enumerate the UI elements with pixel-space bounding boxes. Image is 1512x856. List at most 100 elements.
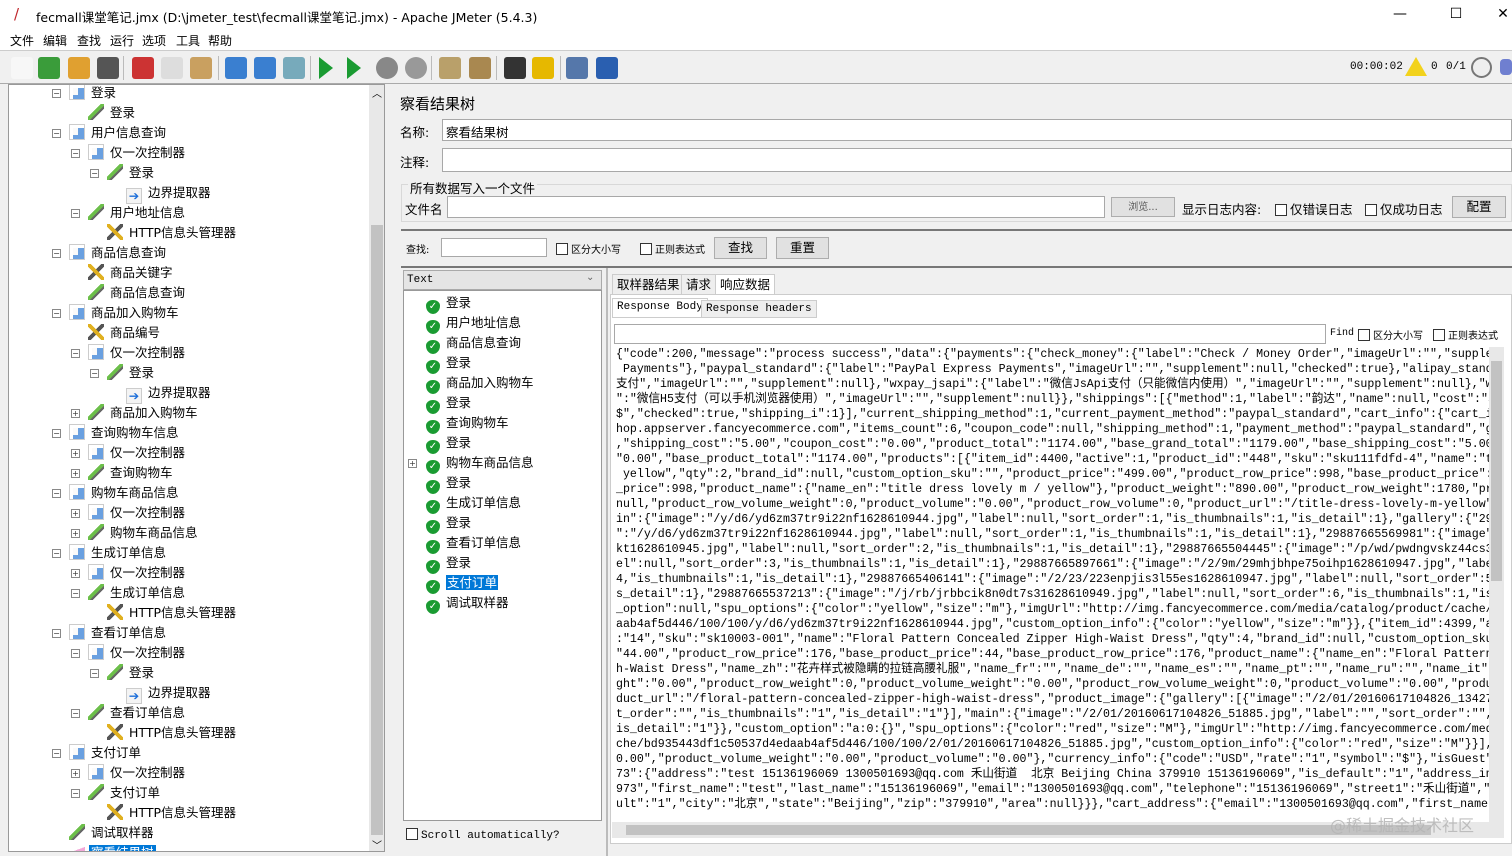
collapse-node-icon[interactable]: − [52,749,61,758]
new-icon[interactable] [11,57,33,79]
templates-icon[interactable] [38,57,60,79]
result-item[interactable]: ✓ 调试取样器 [426,593,509,614]
tab-2[interactable]: 响应数据 [715,274,776,294]
name-input[interactable]: 察看结果树 [442,119,1512,141]
tree-item[interactable]: 察看结果树 [69,843,156,851]
tree-item[interactable]: 调试取样器 [69,823,156,843]
collapse-node-icon[interactable]: − [71,149,80,158]
subtab-response-body[interactable]: Response Body [612,298,708,318]
result-item[interactable]: ✓ 用户地址信息 [426,313,521,334]
collapse-node-icon[interactable]: − [90,669,99,678]
browse-button[interactable]: 浏览... [1111,197,1175,217]
clear-icon[interactable] [439,57,461,79]
tree-item[interactable]: 仅一次控制器 [88,563,187,583]
tree-item[interactable]: 查看订单信息 [88,703,187,723]
log-viewer-icon[interactable] [1500,59,1512,75]
tree-item[interactable]: ➔ 边界提取器 [126,383,213,404]
collapse-node-icon[interactable]: − [71,589,80,598]
scroll-up-icon[interactable]: ︿ [372,85,382,100]
response-hscroll-thumb[interactable] [626,825,1431,835]
tree-item[interactable]: 查询购物车信息 [69,423,181,443]
clear-all-icon[interactable] [469,57,491,79]
collapse-node-icon[interactable]: − [52,629,61,638]
success-only-checkbox[interactable]: 仅成功日志 [1365,199,1443,218]
open-icon[interactable] [68,57,90,79]
menu-2[interactable]: 查找 [77,32,101,49]
reset-button[interactable]: 重置 [776,237,829,259]
tree-item[interactable]: HTTP信息头管理器 [107,223,238,243]
expand-node-icon[interactable]: + [71,569,80,578]
collapse-node-icon[interactable]: − [90,369,99,378]
tree-item[interactable]: 仅一次控制器 [88,343,187,363]
filename-input[interactable] [447,196,1105,218]
renderer-select[interactable]: Text ⌄ [403,270,602,290]
tree-item[interactable]: 商品加入购物车 [69,303,181,323]
result-item[interactable]: ✓ 购物车商品信息 [426,453,534,474]
results-list[interactable]: ✓ 登录 ✓ 用户地址信息 ✓ 商品信息查询 ✓ 登录 ✓ 商品加入购物车 ✓ 登录 ✓ 查询购物车 ✓ 登录… [403,290,602,821]
shutdown-icon[interactable] [405,57,427,79]
result-item[interactable]: ✓ 登录 [426,513,471,534]
maximize-button[interactable]: ☐ [1441,4,1471,24]
scroll-auto-checkbox[interactable]: Scroll automatically? [406,828,560,842]
menu-3[interactable]: 运行 [110,32,134,49]
tree-item[interactable]: 登录 [107,163,156,183]
find-button[interactable]: 查找 [714,237,767,259]
stop-icon[interactable] [376,57,398,79]
search-icon[interactable] [504,57,526,79]
reset-search-icon[interactable] [532,57,554,79]
collapse-node-icon[interactable]: − [52,249,61,258]
menu-6[interactable]: 帮助 [208,32,232,49]
tree-item[interactable]: 用户信息查询 [69,123,168,143]
result-item[interactable]: ✓ 登录 [426,393,471,414]
expand-node-icon[interactable]: + [71,449,80,458]
menu-1[interactable]: 编辑 [43,32,67,49]
tab-1[interactable]: 请求 [681,274,717,294]
response-find-input[interactable] [614,324,1326,344]
test-plan-tree[interactable]: ︿ ﹀ 登录 − 登录 用户信息查询 − 仅一次控制器 − 登录 − ➔ 边界提取器 用户地址信息 − H… [8,84,385,852]
tree-item[interactable]: 商品信息查询 [69,243,168,263]
collapse-node-icon[interactable]: − [71,209,80,218]
expand-node-icon[interactable]: + [71,529,80,538]
response-regex-checkbox[interactable]: 正则表达式 [1433,327,1498,342]
result-item[interactable]: ✓ 登录 [426,473,471,494]
tree-item[interactable]: 查询购物车 [88,463,175,483]
tree-item[interactable]: 商品编号 [88,323,162,343]
response-vscroll[interactable] [1489,347,1504,822]
tree-item[interactable]: 购物车商品信息 [69,483,181,503]
copy-icon[interactable] [161,57,183,79]
tree-item[interactable]: ➔ 边界提取器 [126,683,213,704]
collapse-node-icon[interactable]: − [52,309,61,318]
result-item[interactable]: ✓ 支付订单 [426,573,499,594]
result-item[interactable]: ✓ 生成订单信息 [426,493,521,514]
tree-item[interactable]: 登录 [88,103,137,123]
expand-node-icon[interactable]: + [71,409,80,418]
tree-item[interactable]: 用户地址信息 [88,203,187,223]
collapse-node-icon[interactable]: − [71,709,80,718]
split-divider[interactable] [401,229,1512,231]
minimize-button[interactable]: — [1385,4,1415,24]
result-item[interactable]: ✓ 登录 [426,433,471,454]
tree-scrollbar[interactable]: ︿ ﹀ [369,85,384,851]
tree-item[interactable]: 商品信息查询 [88,283,187,303]
errors-only-checkbox[interactable]: 仅错误日志 [1275,199,1353,218]
result-item[interactable]: ✓ 商品信息查询 [426,333,521,354]
tree-item[interactable]: 支付订单 [69,743,143,763]
expand-node-icon[interactable]: + [71,769,80,778]
collapse-node-icon[interactable]: − [71,349,80,358]
results-split-divider[interactable] [606,268,608,856]
tree-item[interactable]: 支付订单 [88,783,162,803]
tree-item[interactable]: 仅一次控制器 [88,143,187,163]
collapse-node-icon[interactable]: − [52,549,61,558]
tree-item[interactable]: 查看订单信息 [69,623,168,643]
tree-item[interactable]: 仅一次控制器 [88,443,187,463]
tree-item[interactable]: 仅一次控制器 [88,643,187,663]
tree-item[interactable]: ➔ 边界提取器 [126,183,213,204]
collapse-node-icon[interactable]: − [52,89,61,98]
collapse-node-icon[interactable]: − [90,169,99,178]
result-item[interactable]: ✓ 查看订单信息 [426,533,521,554]
expand-node-icon[interactable]: + [71,509,80,518]
menu-4[interactable]: 选项 [142,32,166,49]
subtab-response-headers[interactable]: Response headers [701,300,817,318]
tree-item[interactable]: 登录 [107,663,156,683]
result-item[interactable]: ✓ 登录 [426,353,471,374]
